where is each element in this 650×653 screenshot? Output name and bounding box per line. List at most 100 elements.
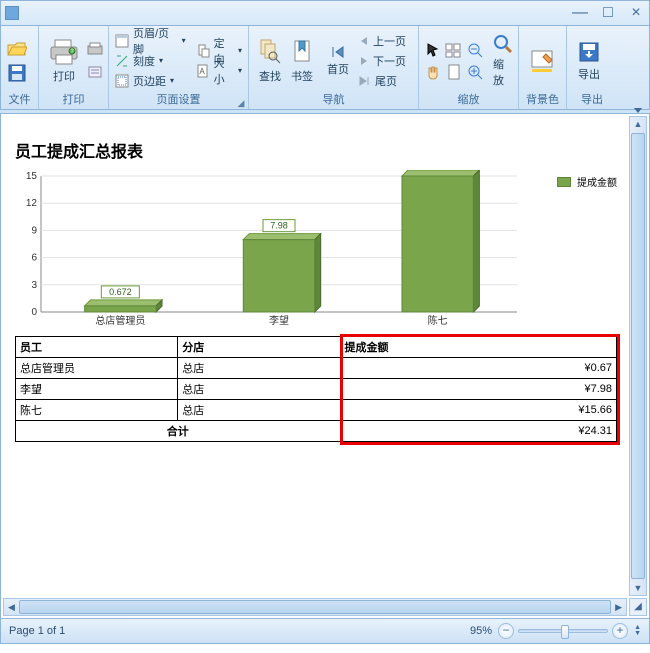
firstpage-label: 首页 (327, 61, 349, 77)
zoom-out-button[interactable]: − (498, 623, 514, 639)
svg-text:陈七: 陈七 (428, 314, 448, 327)
headerfooter-icon (115, 34, 129, 48)
close-button[interactable]: × (627, 4, 645, 22)
status-zoom-text: 95% (470, 625, 492, 637)
table-row: 陈七总店¥15.66 (16, 400, 617, 421)
table-header-row: 员工 分店 提成金额 (16, 337, 617, 358)
print-button[interactable]: ? 打印 (45, 28, 83, 93)
open-icon[interactable] (7, 40, 27, 58)
scroll-right-icon[interactable]: ▶ (613, 600, 624, 615)
margin-label: 页边距 (133, 73, 166, 89)
vertical-scrollbar[interactable]: ▲ ▼ (629, 116, 647, 596)
svg-text:7.98: 7.98 (270, 221, 288, 231)
size-button[interactable]: A大小▾ (196, 61, 242, 81)
status-expand-icon[interactable]: ▲▼ (634, 625, 641, 637)
report-title: 员工提成汇总报表 (15, 138, 619, 162)
minimize-button[interactable]: — (571, 4, 589, 22)
table-row: 总店管理员总店¥0.67 (16, 358, 617, 379)
svg-text:15: 15 (26, 171, 38, 182)
cell-branch: 总店 (178, 400, 340, 421)
print-button-label: 打印 (53, 68, 75, 84)
multipage-icon[interactable] (445, 42, 463, 58)
export-button[interactable]: 导出 (573, 28, 605, 93)
scroll-down-icon[interactable]: ▼ (632, 581, 645, 595)
status-page-text: Page 1 of 1 (9, 625, 65, 637)
firstpage-button[interactable]: 首页 (323, 28, 353, 93)
prevpage-label: 上一页 (373, 33, 406, 49)
prevpage-button[interactable]: 上一页 (359, 31, 406, 51)
svg-text:6: 6 (31, 253, 37, 264)
print-config-icon[interactable] (87, 64, 103, 80)
ribbon-group-print-label: 打印 (45, 93, 102, 107)
headerfooter-button[interactable]: 页眉/页脚▾ (115, 31, 186, 51)
size-label: 大小 (214, 55, 234, 87)
scale-icon (115, 54, 129, 68)
ribbon-group-file-label: 文件 (7, 93, 32, 107)
cell-emp: 总店管理员 (16, 358, 178, 379)
vscroll-thumb[interactable] (631, 133, 645, 579)
bookmark-button[interactable]: 书签 (287, 28, 317, 93)
ribbon: 文件 ? 打印 打印 页眉/页脚▾ 刻度▾ 页边距▾ 定向▾ A大小▾ (0, 26, 650, 110)
report-table: 员工 分店 提成金额 总店管理员总店¥0.67李望总店¥7.98陈七总店¥15.… (15, 336, 617, 442)
singlepage-icon[interactable] (446, 64, 462, 80)
maximize-button[interactable]: □ (599, 4, 617, 22)
bookmark-icon (292, 38, 312, 66)
scroll-left-icon[interactable]: ◀ (6, 600, 17, 615)
pagesetup-launcher-icon[interactable]: ◢ (236, 98, 246, 108)
nextpage-label: 下一页 (373, 53, 406, 69)
zoomin-icon[interactable] (467, 64, 483, 80)
total-label: 合计 (16, 421, 341, 442)
col-branch: 分店 (178, 337, 340, 358)
ribbon-group-nav: 查找 书签 首页 上一页 下一页 尾页 导航 (249, 26, 419, 109)
find-button[interactable]: 查找 (255, 28, 285, 93)
bgcolor-icon (529, 48, 555, 74)
margin-button[interactable]: 页边距▾ (115, 71, 186, 91)
scale-button[interactable]: 刻度▾ (115, 51, 186, 71)
report-table-wrap: 员工 分店 提成金额 总店管理员总店¥0.67李望总店¥7.98陈七总店¥15.… (15, 336, 617, 442)
ribbon-group-bg: 背景色 (519, 26, 567, 109)
scroll-up-icon[interactable]: ▲ (632, 117, 645, 131)
svg-text:总店管理员: 总店管理员 (95, 314, 145, 327)
lastpage-button[interactable]: 尾页 (359, 71, 406, 91)
find-label: 查找 (259, 68, 281, 84)
window-controls: — □ × (571, 4, 645, 22)
zoom-in-button[interactable]: + (612, 623, 628, 639)
hand-icon[interactable] (425, 64, 441, 80)
bgcolor-button[interactable] (525, 28, 559, 93)
ribbon-group-export: 导出 导出 (567, 26, 617, 109)
svg-text:0: 0 (31, 307, 37, 318)
ribbon-group-bg-label: 背景色 (525, 93, 560, 107)
zoom-slider[interactable] (518, 629, 608, 633)
zoomout-icon[interactable] (467, 42, 483, 58)
cell-emp: 陈七 (16, 400, 178, 421)
nextpage-button[interactable]: 下一页 (359, 51, 406, 71)
hscroll-thumb[interactable] (19, 600, 611, 614)
commission-chart: 提成金额 036912150.672总店管理员7.98李望15.66陈七 (15, 170, 617, 330)
document-area: 员工提成汇总报表 提成金额 036912150.672总店管理员7.98李望15… (0, 114, 650, 619)
svg-text:12: 12 (26, 198, 38, 209)
zoom-button[interactable]: 缩放 (489, 28, 517, 93)
svg-text:3: 3 (31, 280, 37, 291)
pointer-icon[interactable] (425, 42, 441, 58)
ribbon-group-zoom: 缩放 缩放 (419, 26, 519, 109)
horizontal-scrollbar[interactable]: ◀ ▶ (3, 598, 627, 616)
chart-svg: 036912150.672总店管理员7.98李望15.66陈七 (15, 170, 617, 330)
zoom-label: 缩放 (493, 56, 513, 88)
orientation-icon (196, 44, 210, 58)
zoom-slider-thumb[interactable] (561, 625, 569, 639)
lastpage-icon (359, 76, 371, 86)
col-emp: 员工 (16, 337, 178, 358)
save-icon[interactable] (8, 64, 26, 82)
prev-icon (359, 36, 369, 46)
chart-legend: 提成金额 (557, 174, 617, 189)
legend-swatch (557, 177, 571, 187)
zoom-icon (493, 34, 513, 54)
cell-amount: ¥15.66 (340, 400, 616, 421)
scale-label: 刻度 (133, 53, 155, 69)
status-bar: Page 1 of 1 95% − + ▲▼ (0, 619, 650, 644)
svg-text:A: A (199, 67, 205, 76)
ribbon-group-pagesetup: 页眉/页脚▾ 刻度▾ 页边距▾ 定向▾ A大小▾ 页面设置 ◢ (109, 26, 249, 109)
quick-print-icon[interactable] (87, 42, 103, 58)
cell-amount: ¥0.67 (340, 358, 616, 379)
window-titlebar: — □ × (0, 0, 650, 26)
